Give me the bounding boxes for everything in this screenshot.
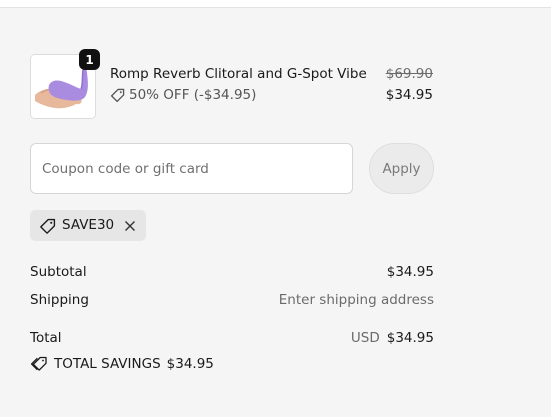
close-icon bbox=[125, 221, 135, 231]
product-thumbnail-wrap: 1 bbox=[30, 49, 100, 119]
tag-icon bbox=[39, 218, 56, 239]
total-savings: TOTAL SAVINGS $34.95 bbox=[30, 356, 214, 372]
apply-button[interactable]: Apply bbox=[369, 143, 434, 194]
top-divider bbox=[0, 0, 551, 8]
shipping-value: Enter shipping address bbox=[278, 292, 434, 308]
product-price: $34.95 bbox=[385, 87, 433, 103]
currency-code: USD bbox=[350, 330, 380, 346]
discount-code: SAVE30 bbox=[62, 217, 115, 233]
remove-discount-button[interactable] bbox=[123, 218, 137, 237]
tag-icon bbox=[110, 88, 125, 102]
savings-label: TOTAL SAVINGS bbox=[54, 356, 161, 372]
shipping-label: Shipping bbox=[30, 292, 89, 308]
applied-discount-chip: SAVE30 bbox=[30, 210, 146, 241]
total-value-group: USD $34.95 bbox=[351, 330, 434, 346]
product-discount-text: 50% OFF (-$34.95) bbox=[129, 87, 257, 103]
product-name: Romp Reverb Clitoral and G-Spot Vibe bbox=[110, 66, 367, 82]
quantity-badge: 1 bbox=[79, 49, 100, 70]
savings-tag-icon bbox=[30, 356, 47, 371]
coupon-input[interactable]: Coupon code or gift card bbox=[30, 143, 353, 194]
subtotal-value: $34.95 bbox=[386, 264, 434, 280]
product-original-price: $69.90 bbox=[385, 66, 433, 82]
product-discount: 50% OFF (-$34.95) bbox=[110, 87, 256, 103]
total-value: $34.95 bbox=[386, 330, 434, 346]
subtotal-label: Subtotal bbox=[30, 264, 87, 280]
coupon-placeholder: Coupon code or gift card bbox=[42, 161, 209, 177]
total-label: Total bbox=[30, 330, 62, 346]
savings-value: $34.95 bbox=[166, 356, 214, 372]
